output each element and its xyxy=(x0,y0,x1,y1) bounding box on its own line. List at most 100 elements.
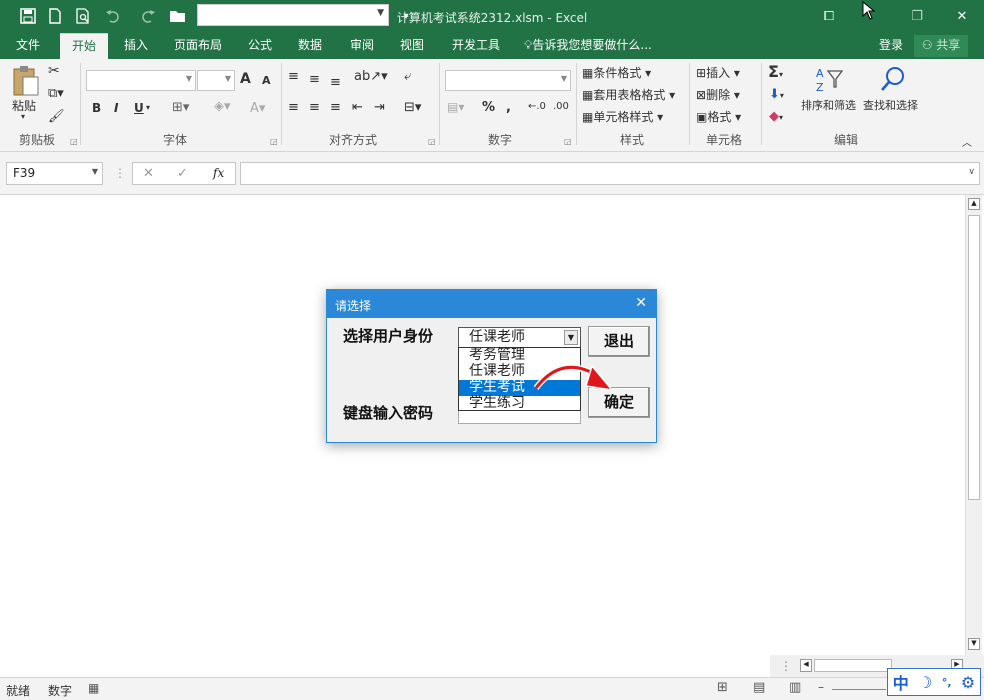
wrap-text-icon[interactable]: ⤶ xyxy=(404,69,411,84)
format-cells-button[interactable]: ▣格式 ▾ xyxy=(696,108,741,125)
share-button[interactable]: ⚇ 共享 xyxy=(914,35,968,57)
collapse-ribbon-icon[interactable]: ︿ xyxy=(962,134,972,149)
divider xyxy=(281,63,282,145)
enter-icon[interactable]: ✓ xyxy=(177,166,188,181)
comma-button[interactable]: , xyxy=(506,100,511,115)
font-name-box[interactable]: ▼ xyxy=(86,70,196,91)
number-format-box[interactable]: ▼ xyxy=(445,70,571,91)
align-right-icon[interactable]: ≡ xyxy=(330,100,341,115)
split-handle-icon[interactable]: ⋮ xyxy=(780,659,792,673)
scroll-down-icon[interactable]: ▼ xyxy=(968,638,980,650)
horizontal-scroll-thumb[interactable] xyxy=(814,659,892,672)
tab-insert[interactable]: 插入 xyxy=(116,33,156,59)
table-format-icon: ▦ xyxy=(582,88,594,102)
tell-me-box[interactable]: 💡︎告诉我您想要做什么... xyxy=(524,33,664,59)
zoom-slider[interactable] xyxy=(832,689,886,690)
identity-select[interactable]: 任课老师 ▼ xyxy=(458,327,581,348)
font-color-icon[interactable]: A▾ xyxy=(250,101,265,116)
tab-home[interactable]: 开始 xyxy=(60,33,108,59)
orientation-icon[interactable]: ab↗▾ xyxy=(354,69,388,84)
clipboard-launcher-icon[interactable]: ◲ xyxy=(70,137,78,146)
merge-center-icon[interactable]: ⊟▾ xyxy=(404,100,421,115)
mouse-cursor-icon xyxy=(862,0,876,24)
restore-button[interactable]: ❐ xyxy=(903,5,931,27)
macro-record-icon[interactable]: ▦ xyxy=(88,681,99,695)
increase-decimal-icon[interactable]: ←.0 xyxy=(528,101,546,112)
cell-styles-button[interactable]: ▦单元格样式 ▾ xyxy=(582,108,663,125)
align-bottom-icon[interactable]: ≡ xyxy=(330,75,341,90)
scroll-left-icon[interactable]: ◀ xyxy=(800,659,812,672)
name-box-dropdown-icon[interactable]: ▼ xyxy=(92,167,98,176)
align-center-icon[interactable]: ≡ xyxy=(309,100,320,115)
ribbon-display-options-icon[interactable]: ⧠ xyxy=(815,5,843,27)
cut-icon[interactable]: ✂ xyxy=(48,63,60,79)
format-as-table-button[interactable]: ▦套用表格格式 ▾ xyxy=(582,86,675,103)
scroll-up-icon[interactable]: ▲ xyxy=(968,198,980,210)
paste-icon[interactable] xyxy=(10,65,40,100)
tab-data[interactable]: 数据 xyxy=(290,33,330,59)
expand-formula-icon[interactable]: ∨ xyxy=(968,167,975,177)
font-launcher-icon[interactable]: ◲ xyxy=(270,137,278,146)
border-icon[interactable]: ⊞▾ xyxy=(172,100,189,115)
identity-label: 选择用户身份 xyxy=(343,327,434,345)
insert-function-icon[interactable]: fx xyxy=(213,166,224,180)
close-window-button[interactable]: ✕ xyxy=(948,5,976,27)
copy-icon[interactable]: ⧉▾ xyxy=(48,86,64,101)
zoom-out-icon[interactable]: – xyxy=(818,680,824,694)
fill-icon[interactable]: ⬇▾ xyxy=(769,87,784,102)
italic-button[interactable]: I xyxy=(114,101,118,115)
punctuation-icon[interactable]: °, xyxy=(942,676,952,689)
tab-formulas[interactable]: 公式 xyxy=(240,33,280,59)
format-painter-icon[interactable]: 🖌︎ xyxy=(48,109,65,124)
bold-button[interactable]: B xyxy=(92,101,101,115)
tab-review[interactable]: 审阅 xyxy=(342,33,382,59)
moon-icon[interactable]: ☽ xyxy=(918,673,932,692)
group-label-cells: 单元格 xyxy=(705,133,742,147)
number-launcher-icon[interactable]: ◲ xyxy=(564,137,572,146)
conditional-format-button[interactable]: ▦条件格式 ▾ xyxy=(582,64,651,81)
align-left-icon[interactable]: ≡ xyxy=(288,100,299,115)
decrease-indent-icon[interactable]: ⇤ xyxy=(352,100,363,115)
divider xyxy=(576,63,577,145)
tab-view[interactable]: 视图 xyxy=(392,33,432,59)
page-break-view-icon[interactable]: ▥ xyxy=(789,680,801,695)
underline-button[interactable]: U xyxy=(134,101,144,115)
ime-toolbar[interactable]: 中 ☽ °, ⚙ xyxy=(887,668,981,696)
autosum-icon[interactable]: Σ▾ xyxy=(768,62,783,81)
underline-dropdown-icon[interactable]: ▾ xyxy=(146,103,150,112)
sort-filter-button[interactable]: 排序和筛选 xyxy=(801,97,856,113)
vertical-scroll-thumb[interactable] xyxy=(968,215,980,500)
clear-icon[interactable]: ◆▾ xyxy=(769,109,783,124)
paste-dropdown-icon[interactable]: ▾ xyxy=(21,112,25,121)
chevron-down-icon[interactable]: ▼ xyxy=(564,330,578,345)
align-middle-icon[interactable]: ≡ xyxy=(309,72,320,87)
tab-page-layout[interactable]: 页面布局 xyxy=(166,33,230,59)
dialog-close-button[interactable]: ✕ xyxy=(635,295,647,311)
align-top-icon[interactable]: ≡ xyxy=(288,69,299,84)
shrink-font-button[interactable]: A xyxy=(262,74,271,87)
settings-gear-icon[interactable]: ⚙ xyxy=(961,673,975,692)
page-layout-view-icon[interactable]: ▤ xyxy=(753,680,765,695)
tab-file[interactable]: 文件 xyxy=(10,33,46,59)
grow-font-button[interactable]: A xyxy=(240,71,251,87)
percent-button[interactable]: % xyxy=(482,100,495,115)
increase-indent-icon[interactable]: ⇥ xyxy=(374,100,385,115)
title-bar: ▼ ▾ 计算机考试系统2312.xlsm - Excel ⧠ ❐ ✕ xyxy=(0,0,984,33)
cancel-icon[interactable]: ✕ xyxy=(143,166,154,181)
alignment-launcher-icon[interactable]: ◲ xyxy=(428,137,436,146)
insert-cells-button[interactable]: ⊞插入 ▾ xyxy=(696,64,740,81)
fill-color-icon[interactable]: ◈▾ xyxy=(214,99,231,114)
sign-in-link[interactable]: 登录 xyxy=(874,33,908,59)
decrease-decimal-icon[interactable]: .00 xyxy=(553,101,569,112)
find-select-button[interactable]: 查找和选择 xyxy=(863,97,918,113)
normal-view-icon[interactable]: ⊞ xyxy=(717,680,728,695)
font-size-box[interactable]: ▼ xyxy=(197,70,235,91)
accounting-format-icon[interactable]: ▤▾ xyxy=(447,100,464,114)
name-box[interactable]: F39 ▼ xyxy=(6,162,103,185)
exit-button[interactable]: 退出 xyxy=(588,326,650,357)
tab-developer[interactable]: 开发工具 xyxy=(444,33,508,59)
formula-input[interactable]: ∨ xyxy=(240,162,980,185)
delete-cells-button[interactable]: ⊠删除 ▾ xyxy=(696,86,740,103)
ime-lang[interactable]: 中 xyxy=(893,670,909,694)
vertical-scrollbar[interactable]: ▲ ▼ xyxy=(965,195,982,655)
